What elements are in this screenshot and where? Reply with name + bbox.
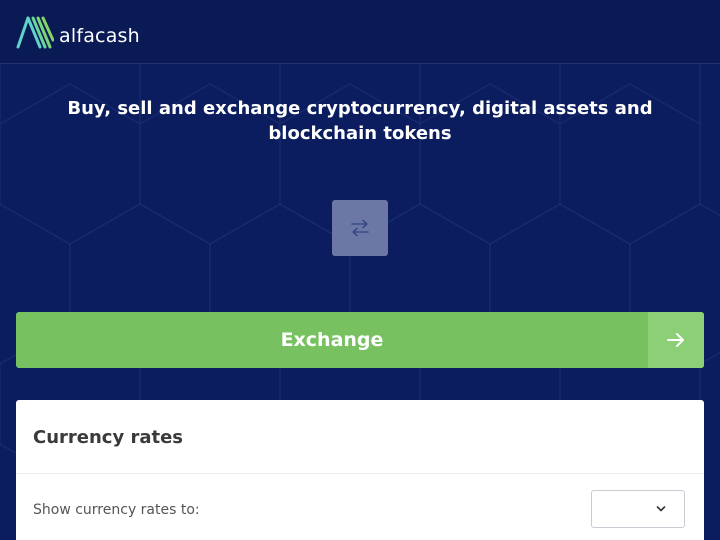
show-rates-label: Show currency rates to: <box>33 502 200 518</box>
chevron-down-icon <box>656 506 666 512</box>
swap-arrows-icon <box>351 219 369 237</box>
arrow-right-icon <box>667 333 684 347</box>
card-divider <box>16 473 704 474</box>
brand-name[interactable]: alfacash <box>59 25 140 47</box>
exchange-button[interactable]: Exchange <box>16 312 704 368</box>
currency-rates-card: Currency rates Show currency rates to: <box>16 400 704 540</box>
alfacash-logo-icon[interactable] <box>16 15 54 49</box>
currency-rates-title: Currency rates <box>33 427 184 448</box>
swap-currencies-button[interactable] <box>332 200 388 256</box>
currency-select[interactable] <box>591 490 685 528</box>
exchange-arrow-box[interactable] <box>648 312 704 368</box>
hero-title: Buy, sell and exchange cryptocurrency, d… <box>67 98 653 144</box>
top-header: alfacash <box>0 0 720 64</box>
exchange-button-label: Exchange <box>280 329 384 351</box>
